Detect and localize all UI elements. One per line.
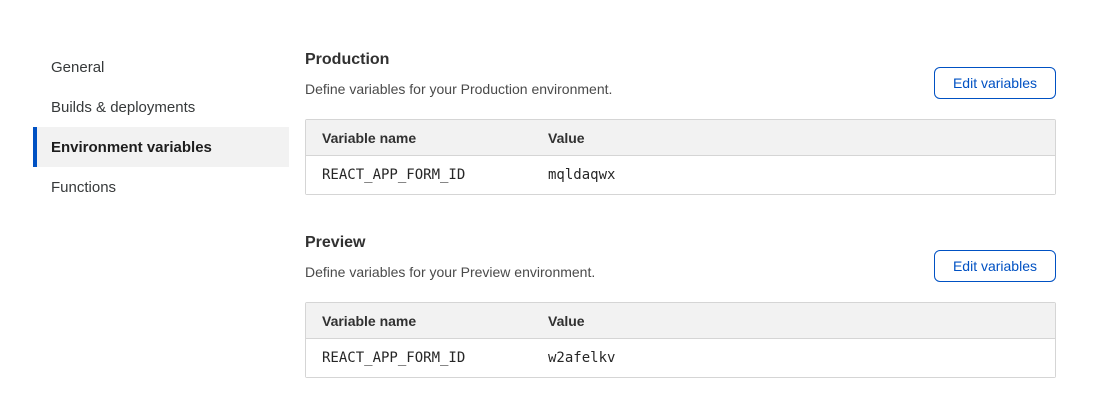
sidebar-item-label: Builds & deployments [51, 99, 195, 116]
table-row: REACT_APP_FORM_ID w2afelkv [306, 339, 1055, 377]
production-variables-table: Variable name Value REACT_APP_FORM_ID mq… [305, 119, 1056, 195]
table-row: REACT_APP_FORM_ID mqldaqwx [306, 156, 1055, 194]
sidebar-item-label: Functions [51, 179, 116, 196]
variable-name-cell: REACT_APP_FORM_ID [306, 350, 548, 366]
production-edit-variables-button[interactable]: Edit variables [934, 67, 1056, 99]
settings-sidebar: General Builds & deployments Environment… [33, 47, 289, 414]
sidebar-item-label: General [51, 59, 104, 76]
variable-value-cell: w2afelkv [548, 350, 1055, 366]
environment-variables-panel: Production Define variables for your Pro… [305, 47, 1056, 414]
column-header-value: Value [548, 130, 1055, 146]
column-header-value: Value [548, 313, 1055, 329]
production-description: Define variables for your Production env… [305, 79, 612, 99]
production-title: Production [305, 48, 612, 72]
preview-section: Preview Define variables for your Previe… [305, 231, 1056, 378]
production-section: Production Define variables for your Pro… [305, 48, 1056, 195]
sidebar-item-builds-deployments[interactable]: Builds & deployments [33, 87, 289, 127]
production-header-text: Production Define variables for your Pro… [305, 48, 612, 99]
preview-header-text: Preview Define variables for your Previe… [305, 231, 595, 282]
column-header-variable-name: Variable name [306, 130, 548, 146]
table-header-row: Variable name Value [306, 120, 1055, 156]
settings-page: General Builds & deployments Environment… [0, 0, 1100, 414]
preview-title: Preview [305, 231, 595, 255]
sidebar-item-label: Environment variables [51, 139, 212, 156]
production-section-header: Production Define variables for your Pro… [305, 48, 1056, 99]
variable-value-cell: mqldaqwx [548, 167, 1055, 183]
sidebar-item-environment-variables[interactable]: Environment variables [33, 127, 289, 167]
preview-variables-table: Variable name Value REACT_APP_FORM_ID w2… [305, 302, 1056, 378]
sidebar-item-functions[interactable]: Functions [33, 167, 289, 207]
preview-edit-variables-button[interactable]: Edit variables [934, 250, 1056, 282]
variable-name-cell: REACT_APP_FORM_ID [306, 167, 548, 183]
preview-section-header: Preview Define variables for your Previe… [305, 231, 1056, 282]
column-header-variable-name: Variable name [306, 313, 548, 329]
table-header-row: Variable name Value [306, 303, 1055, 339]
preview-description: Define variables for your Preview enviro… [305, 262, 595, 282]
sidebar-item-general[interactable]: General [33, 47, 289, 87]
